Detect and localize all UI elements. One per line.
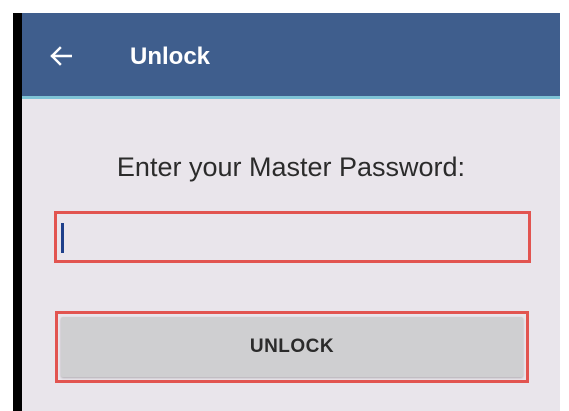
arrow-left-icon (50, 46, 72, 66)
app-screen: Unlock Enter your Master Password: UNLOC… (22, 13, 560, 411)
text-cursor (61, 223, 64, 253)
master-password-field[interactable] (54, 211, 531, 263)
unlock-button[interactable]: UNLOCK (61, 317, 523, 377)
page-title: Unlock (130, 43, 211, 70)
master-password-prompt: Enter your Master Password: (116, 152, 466, 182)
back-button[interactable] (46, 41, 76, 71)
master-password-input[interactable] (57, 214, 528, 260)
app-bar: Unlock (22, 13, 560, 99)
unlock-button-highlight: UNLOCK (55, 311, 529, 383)
device-frame: Unlock Enter your Master Password: UNLOC… (13, 13, 560, 411)
